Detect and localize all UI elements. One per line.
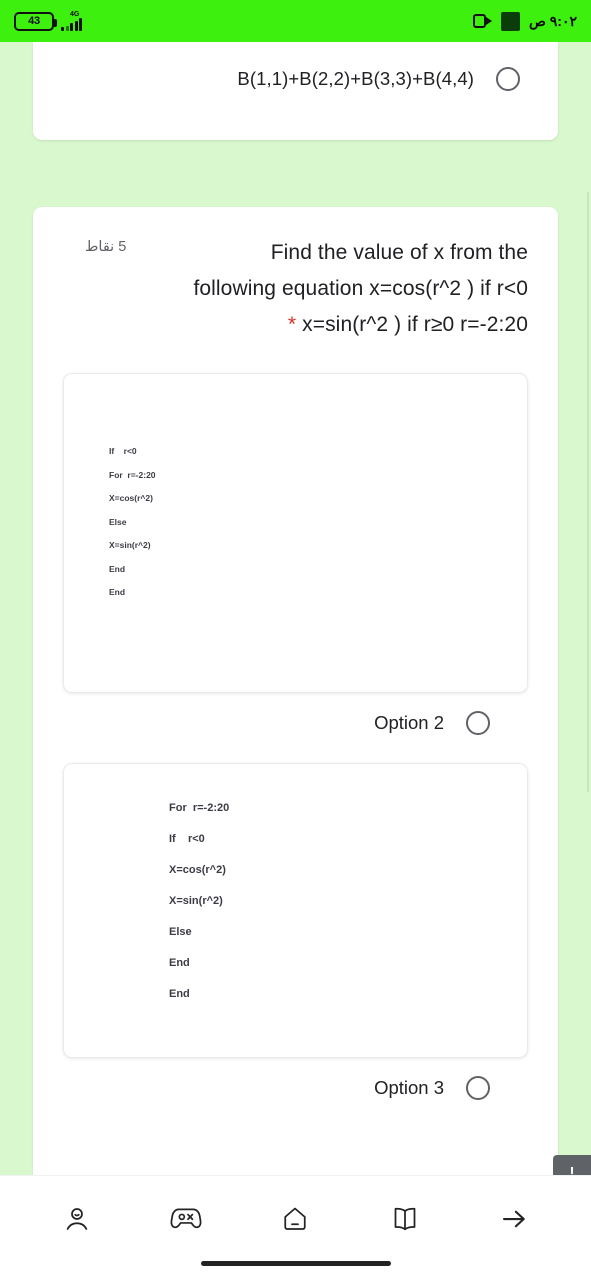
code-line: For r=-2:20 bbox=[169, 802, 230, 814]
status-bar-left: 43 4G bbox=[14, 11, 82, 31]
option-3-code-block: For r=-2:20 If r<0 X=cos(r^2) X=sin(r^2)… bbox=[169, 802, 527, 1000]
home-indicator bbox=[200, 1261, 391, 1266]
option-2-code-block: If r<0 For r=-2:20 X=cos(r^2) Else X=sin… bbox=[109, 446, 527, 597]
status-bar-right: ٩:٠٢ ص bbox=[472, 11, 577, 31]
bottom-navigation-bar bbox=[0, 1175, 591, 1280]
profile-icon[interactable] bbox=[55, 1197, 99, 1241]
vertical-scrollbar[interactable] bbox=[587, 192, 589, 792]
question-text-line-3-text: x=sin(r^2 ) if r≥0 r=-2:20 bbox=[302, 313, 528, 337]
screen-record-icon bbox=[500, 11, 520, 31]
code-line: End bbox=[169, 988, 190, 1000]
status-bar-clock: ٩:٠٢ ص bbox=[528, 12, 577, 29]
question-points-label: 5 نقاط bbox=[85, 239, 127, 255]
previous-option-radio[interactable] bbox=[496, 67, 520, 91]
required-question-badge[interactable]: ! bbox=[553, 1155, 591, 1175]
option-2-row[interactable]: Option 2 bbox=[63, 693, 528, 735]
code-line: X=sin(r^2) bbox=[169, 895, 223, 907]
gamepad-icon[interactable] bbox=[164, 1197, 208, 1241]
required-asterisk: * bbox=[287, 313, 297, 337]
option-3-radio[interactable] bbox=[466, 1076, 490, 1100]
previous-option-label: B(1,1)+B(2,2)+B(3,3)+B(4,4) bbox=[237, 68, 474, 89]
option-3-label: Option 3 bbox=[374, 1077, 444, 1098]
code-line: If r<0 bbox=[109, 446, 137, 456]
previous-question-option[interactable]: B(1,1)+B(2,2)+B(3,3)+B(4,4) bbox=[237, 67, 520, 91]
code-line: X=sin(r^2) bbox=[109, 540, 151, 550]
code-line: For r=-2:20 bbox=[109, 469, 156, 480]
camera-icon bbox=[472, 14, 492, 28]
signal-bars-icon: 4G bbox=[61, 11, 82, 31]
option-2-image: If r<0 For r=-2:20 X=cos(r^2) Else X=sin… bbox=[63, 373, 528, 693]
question-text: Find the value of x from the following e… bbox=[63, 235, 528, 343]
form-scroll-area[interactable]: B(1,1)+B(2,2)+B(3,3)+B(4,4) 5 نقاط Find … bbox=[0, 42, 591, 1175]
code-line: X=cos(r^2) bbox=[109, 493, 153, 503]
code-line: End bbox=[169, 957, 190, 969]
code-line: Else bbox=[169, 926, 192, 938]
question-header: 5 نقاط Find the value of x from the foll… bbox=[63, 235, 528, 345]
code-line: End bbox=[109, 563, 126, 574]
code-line: Else bbox=[109, 516, 127, 527]
network-type-label: 4G bbox=[70, 11, 80, 18]
question-text-line-3: * x=sin(r^2 ) if r≥0 r=-2:20 bbox=[133, 307, 528, 343]
code-line: If r<0 bbox=[169, 833, 205, 845]
phone-screen: 43 4G ٩:٠٢ ص B(1,1)+B(2,2)+B(3,3)+B(4,4) bbox=[0, 0, 591, 1280]
required-badge-glyph: ! bbox=[569, 1163, 575, 1176]
question-card: 5 نقاط Find the value of x from the foll… bbox=[33, 207, 558, 1175]
home-icon[interactable] bbox=[273, 1197, 317, 1241]
question-text-line-2: following equation x=cos(r^2 ) if r<0 bbox=[193, 277, 528, 301]
signal-bars-graphic bbox=[61, 18, 82, 31]
status-bar: 43 4G ٩:٠٢ ص bbox=[0, 0, 591, 42]
previous-question-card: B(1,1)+B(2,2)+B(3,3)+B(4,4) bbox=[33, 42, 558, 140]
option-2-radio[interactable] bbox=[466, 711, 490, 735]
battery-level-label: 43 bbox=[28, 15, 40, 27]
option-3-row[interactable]: Option 3 bbox=[63, 1058, 528, 1100]
code-line: X=cos(r^2) bbox=[169, 864, 226, 876]
book-icon[interactable] bbox=[383, 1197, 427, 1241]
arrow-right-icon[interactable] bbox=[492, 1197, 536, 1241]
battery-icon: 43 bbox=[14, 11, 57, 31]
code-line: End bbox=[109, 587, 126, 597]
option-3-image: For r=-2:20 If r<0 X=cos(r^2) X=sin(r^2)… bbox=[63, 763, 528, 1058]
bottom-nav-icons bbox=[0, 1176, 591, 1261]
question-text-line-1: Find the value of x from the bbox=[270, 241, 528, 264]
option-2-label: Option 2 bbox=[374, 712, 444, 733]
